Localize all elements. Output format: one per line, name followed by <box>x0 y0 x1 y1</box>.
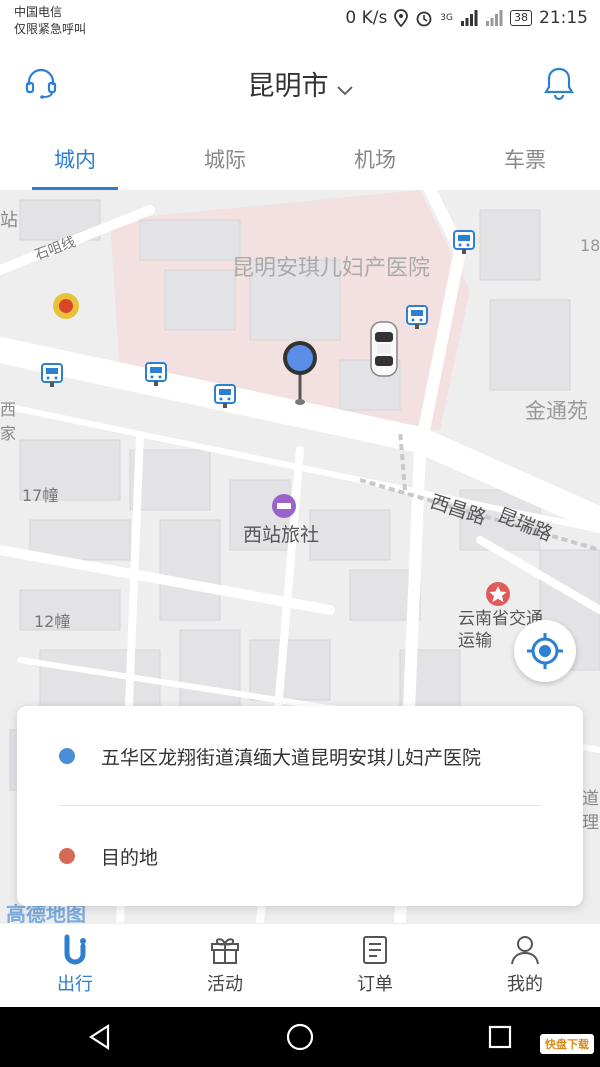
back-button[interactable] <box>70 1012 130 1062</box>
city-name: 昆明市 <box>247 71 329 102</box>
origin-address: 五华区龙翔街道滇缅大道昆明安琪儿妇产医院 <box>101 746 482 769</box>
tab-tickets[interactable]: 车票 <box>450 122 600 190</box>
watermark: 快盘下载 <box>540 1034 594 1054</box>
bus-stop-icon <box>214 384 236 408</box>
recents-square-icon <box>488 1025 512 1049</box>
back-triangle-icon <box>88 1023 110 1051</box>
bus-stop-icon <box>453 230 475 254</box>
tab-intercity[interactable]: 城际 <box>150 122 300 190</box>
battery-indicator: 38 <box>510 10 532 26</box>
bus-stop-icon <box>406 305 428 329</box>
bell-icon[interactable] <box>540 64 578 102</box>
bus-stop-icon <box>145 362 167 386</box>
travel-icon <box>64 934 86 965</box>
network-type: 3G <box>440 13 453 23</box>
map-label-edge-3: 家 <box>0 424 17 443</box>
nav-orders-label: 订单 <box>357 974 393 995</box>
home-button[interactable] <box>270 1012 330 1062</box>
nav-travel[interactable]: 出行 <box>0 924 150 1007</box>
destination-dot <box>59 848 75 864</box>
app-header: 昆明市 <box>0 42 600 122</box>
origin-row[interactable]: 五华区龙翔街道滇缅大道昆明安琪儿妇产医院 <box>17 706 583 806</box>
tab-city[interactable]: 城内 <box>0 122 150 190</box>
carrier-note: 仅限紧急呼叫 <box>14 22 87 36</box>
home-circle-icon <box>286 1023 314 1051</box>
status-bar: 中国电信 仅限紧急呼叫 0 K/s 3G 38 21:15 <box>0 0 600 42</box>
app-root: 中国电信 仅限紧急呼叫 0 K/s 3G 38 21:15 昆明市 城内 城际 … <box>0 0 600 1067</box>
origin-dot <box>59 748 75 764</box>
location-icon <box>394 9 409 27</box>
crosshair-icon <box>527 633 563 669</box>
clock: 21:15 <box>539 8 588 28</box>
route-card: 五华区龙翔街道滇缅大道昆明安琪儿妇产医院 目的地 <box>17 706 583 906</box>
destination-placeholder: 目的地 <box>101 846 159 869</box>
nav-orders[interactable]: 订单 <box>300 924 450 1007</box>
tab-airport[interactable]: 机场 <box>300 122 450 190</box>
bottom-nav: 出行 活动 订单 我的 <box>0 923 600 1007</box>
carrier-name: 中国电信 <box>14 5 63 19</box>
map-label-edge-2: 西 <box>0 400 17 419</box>
nav-profile-label: 我的 <box>507 974 543 995</box>
signal-icon <box>461 10 478 26</box>
network-speed: 0 K/s <box>345 8 388 28</box>
car-icon <box>370 321 398 377</box>
recents-button[interactable] <box>470 1012 530 1062</box>
map-label-edge-1: 站 <box>0 210 18 231</box>
bus-stop-icon <box>41 363 63 387</box>
city-selector[interactable]: 昆明市 <box>0 64 600 103</box>
status-indicators: 0 K/s 3G 38 21:15 <box>345 8 588 28</box>
gift-icon <box>211 938 239 964</box>
system-nav-bar <box>0 1007 600 1067</box>
nav-travel-label: 出行 <box>57 974 93 995</box>
map-label-edge-5: 理 <box>582 813 599 833</box>
map-label-edge-4: 道 <box>582 789 599 809</box>
map-label-building-12: 12幢 <box>34 612 71 631</box>
map-label-jintong: 金通苑 <box>525 399 588 423</box>
nav-activity[interactable]: 活动 <box>150 924 300 1007</box>
map-label-hotel: 西站旅社 <box>243 524 320 546</box>
nav-activity-label: 活动 <box>207 974 243 995</box>
map-label-hospital: 昆明安琪儿妇产医院 <box>232 256 431 281</box>
signal-icon-2 <box>486 10 503 26</box>
user-icon <box>511 936 539 965</box>
chevron-down-icon <box>336 72 353 103</box>
carrier-info: 中国电信 仅限紧急呼叫 <box>14 4 86 38</box>
pickup-pin-icon[interactable] <box>280 340 320 408</box>
destination-row[interactable]: 目的地 <box>17 806 583 906</box>
map-label-18: 18 <box>580 236 600 255</box>
locate-me-button[interactable] <box>514 620 576 682</box>
map-label-building-17: 17幢 <box>22 486 59 505</box>
alarm-icon <box>416 11 432 27</box>
nav-profile[interactable]: 我的 <box>450 924 600 1007</box>
service-tabs: 城内 城际 机场 车票 <box>0 122 600 190</box>
order-icon <box>363 936 387 964</box>
